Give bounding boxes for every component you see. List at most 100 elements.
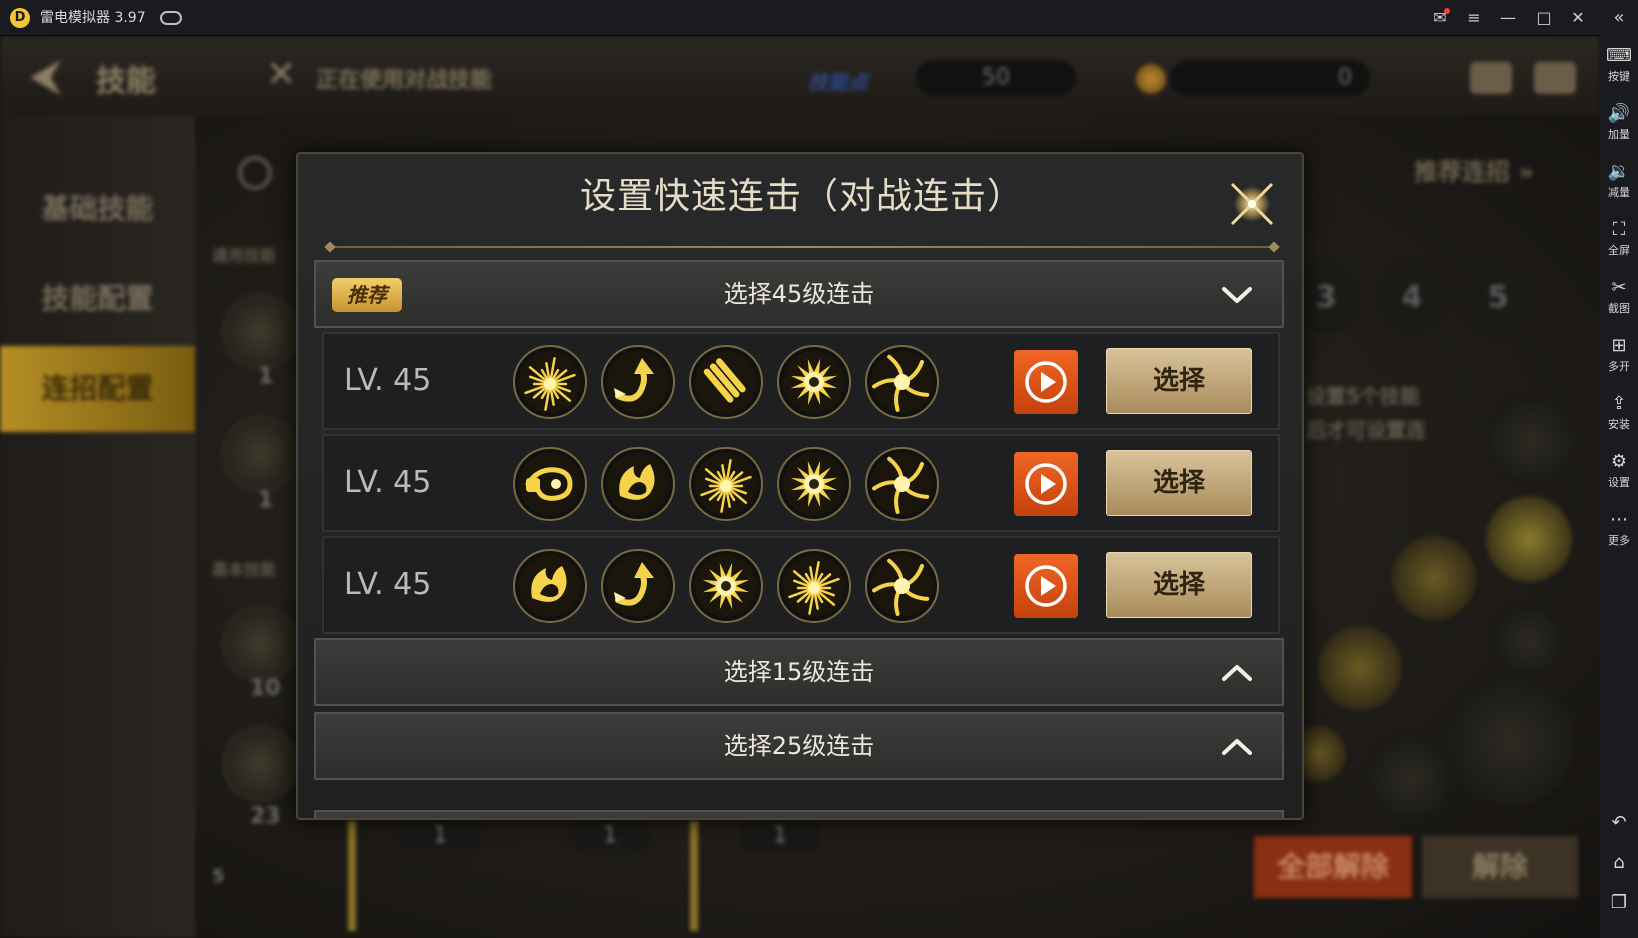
settings-icon: ⚙: [1610, 451, 1628, 472]
section-partial: [314, 810, 1284, 818]
toolbar-label: 全屏: [1608, 244, 1630, 257]
toolbar-multi-instance-button[interactable]: ⊞ 多开: [1600, 332, 1638, 384]
notification-dot: [1444, 8, 1450, 14]
mail-button[interactable]: ✉: [1428, 6, 1452, 30]
section-lv45[interactable]: 推荐 选择45级连击: [314, 260, 1284, 328]
app-logo-icon: D: [10, 8, 30, 28]
section-title: 选择15级连击: [723, 658, 875, 686]
using-battle-skills-label: 正在使用对战技能: [316, 68, 493, 93]
slot-number: 1: [400, 818, 480, 854]
back-button[interactable]: ↶: [1600, 808, 1638, 838]
skill-count: 1: [258, 364, 274, 389]
more-icon: ⋯: [1610, 509, 1628, 530]
play-icon: [1025, 463, 1067, 505]
game-mail-icon[interactable]: [1470, 62, 1512, 94]
game-back-icon[interactable]: ⮜: [30, 54, 61, 98]
toolbar-fullscreen-button[interactable]: ⛶ 全屏: [1600, 216, 1638, 268]
bg-skill-icon: [222, 416, 298, 492]
screenshot-icon: ✂: [1611, 277, 1627, 298]
combo-slot-number[interactable]: 4: [1376, 262, 1448, 334]
toolbar-more-button[interactable]: ⋯ 更多: [1600, 506, 1638, 558]
emulator-window: D 雷电模拟器 3.97 ✉ ≡ — □ ✕ « ⌨ 按键 🔊 加量 🔉 减量 ⛶ 全屏 ✂ 截图…: [0, 0, 1638, 938]
coin-value: 0: [1170, 60, 1370, 96]
combo-slot-number[interactable]: 5: [1462, 262, 1534, 334]
play-icon: [1025, 361, 1067, 403]
collapse-toolbar-button[interactable]: «: [1600, 6, 1638, 30]
chevron-up-icon: [1222, 665, 1252, 681]
bg-skill-icon: [1392, 536, 1476, 620]
skill-points-value: 50: [916, 60, 1076, 96]
toolbar-volume-down-button[interactable]: 🔉 减量: [1600, 158, 1638, 210]
gamepad-icon[interactable]: [160, 11, 182, 25]
maximize-button[interactable]: □: [1532, 6, 1556, 30]
preview-play-button[interactable]: [1014, 350, 1078, 414]
multi-instance-icon: ⊞: [1611, 335, 1627, 356]
nav-basic-skills[interactable]: 基础技能: [0, 166, 195, 252]
toolbar-keyboard-button[interactable]: ⌨ 按键: [1600, 42, 1638, 94]
bg-skill-icon: [1486, 396, 1576, 486]
bg-skill-icon: [222, 726, 298, 802]
dialog-title: 设置快速连击（对战连击）: [579, 176, 1024, 217]
combo-row: LV. 45 选择: [322, 536, 1280, 634]
common-skills-label: 通用技能: [212, 246, 277, 265]
release-button[interactable]: 解除: [1422, 836, 1578, 898]
divider-ornament: [1268, 241, 1280, 253]
recent-apps-button[interactable]: ❐: [1600, 888, 1638, 918]
volume-down-icon: 🔉: [1607, 161, 1631, 182]
clear-all-button[interactable]: 全部解除: [1254, 836, 1412, 898]
toolbar-volume-up-button[interactable]: 🔊 加量: [1600, 100, 1638, 152]
select-combo-button[interactable]: 选择: [1106, 450, 1252, 516]
crossed-swords-icon: ✕: [266, 54, 297, 95]
nav-skill-config[interactable]: 技能配置: [0, 256, 195, 342]
toolbar-label: 加量: [1608, 128, 1630, 141]
toolbar-label: 减量: [1608, 186, 1630, 199]
menu-button[interactable]: ≡: [1462, 6, 1486, 30]
bg-skill-icon: [1486, 496, 1572, 582]
keyboard-icon: ⌨: [1606, 45, 1632, 66]
uppercut-arrow-skill-icon: [601, 549, 675, 623]
fullscreen-icon: ⛶: [1612, 219, 1626, 240]
section-title: 选择45级连击: [723, 280, 875, 308]
slot-number: 1: [740, 818, 820, 854]
section-lv15[interactable]: 选择15级连击: [314, 638, 1284, 706]
nav-combo-config[interactable]: 连招配置: [0, 346, 195, 432]
combo-hint-line-1: 设置5个技能: [1306, 384, 1420, 408]
refresh-icon[interactable]: [238, 156, 272, 190]
recommend-combo-link[interactable]: 推荐连招 »: [1414, 152, 1534, 187]
minimize-button[interactable]: —: [1496, 6, 1520, 30]
toolbar-label: 设置: [1608, 476, 1630, 489]
minimize-icon: —: [1500, 8, 1516, 27]
radiant-sun-skill-icon: [777, 345, 851, 419]
close-window-button[interactable]: ✕: [1566, 6, 1590, 30]
dialog-close-button[interactable]: [1224, 176, 1280, 232]
select-combo-button[interactable]: 选择: [1106, 552, 1252, 618]
collapse-icon: «: [1613, 7, 1625, 28]
preview-play-button[interactable]: [1014, 452, 1078, 516]
toolbar-install-apk-button[interactable]: ⇪ 安装: [1600, 390, 1638, 442]
combo-row: LV. 45 选择: [322, 434, 1280, 532]
select-combo-button[interactable]: 选择: [1106, 348, 1252, 414]
bg-skill-icon: [222, 294, 298, 370]
game-chat-icon[interactable]: [1534, 62, 1576, 94]
toolbar-screenshot-button[interactable]: ✂ 截图: [1600, 274, 1638, 326]
title-divider: [330, 246, 1274, 248]
combo-level: LV. 45: [344, 567, 432, 602]
quick-combo-dialog: 设置快速连击（对战连击） 推荐 选择45级连击 LV. 45 选择 LV. 45 选择…: [296, 152, 1304, 820]
skill-count: 10: [250, 676, 281, 701]
home-button[interactable]: ⌂: [1600, 848, 1638, 878]
toolbar-label: 多开: [1608, 360, 1630, 373]
back-icon: ↶: [1611, 812, 1627, 833]
divider-ornament: [324, 241, 336, 253]
volume-up-icon: 🔊: [1607, 103, 1631, 124]
toolbar-label: 更多: [1608, 534, 1630, 547]
close-sparkle-icon: [1230, 182, 1274, 226]
bg-skill-icon: [1368, 736, 1452, 820]
preview-play-button[interactable]: [1014, 554, 1078, 618]
game-page-title: 技能: [96, 64, 156, 99]
combo-level: LV. 45: [344, 465, 432, 500]
toolbar-settings-button[interactable]: ⚙ 设置: [1600, 448, 1638, 500]
play-icon: [1025, 565, 1067, 607]
section-lv25[interactable]: 选择25级连击: [314, 712, 1284, 780]
flame-claw-skill-icon: [513, 549, 587, 623]
vortex-skill-icon: [865, 345, 939, 419]
